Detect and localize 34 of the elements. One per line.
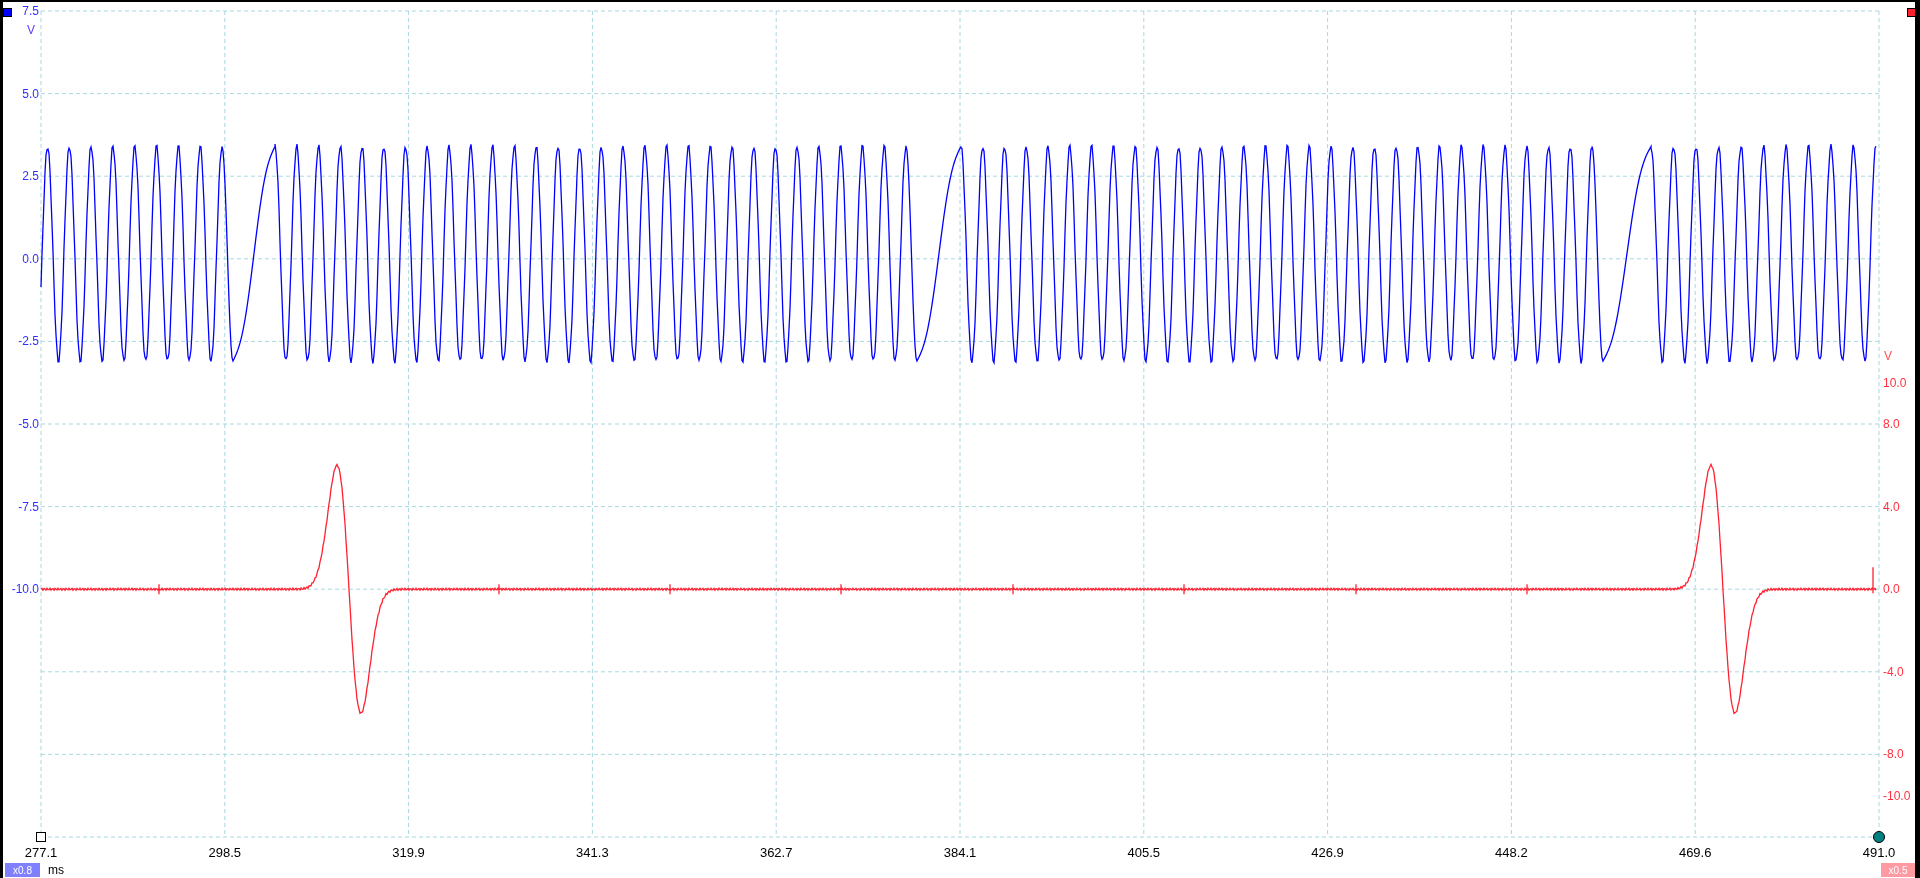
axis-tick-label: 5.0 [22, 86, 39, 101]
axis-tick-label: -5.0 [18, 417, 39, 431]
scale-badge[interactable]: x0.8 [5, 863, 40, 877]
axis-tick-label: -10.0 [1883, 788, 1911, 803]
axis-tick-label: 319.9 [392, 845, 425, 860]
axis-tick-label: -4.0 [1883, 664, 1904, 679]
axis-tick-label: 341.3 [576, 845, 609, 860]
axis-tick-label: 362.7 [759, 845, 793, 860]
axis-tick-label: -2.5 [18, 334, 39, 349]
axis-tick-label: 2.5 [22, 169, 39, 184]
axis-tick-label: 0.0 [22, 251, 39, 266]
axis-tick-label: 10.0 [1883, 375, 1907, 390]
axis-tick-label: 384.1 [943, 845, 977, 860]
axis-tick-label: -10.0 [11, 582, 39, 597]
axis-unit-label: ms [48, 863, 64, 877]
axis-tick-label: 405.5 [1127, 845, 1161, 860]
axis-tick-label: 491.0 [1862, 845, 1896, 860]
axis-tick-label: 298.5 [208, 845, 242, 860]
axis-tick-label: 448.2 [1495, 845, 1528, 860]
axis-unit-label: V [27, 23, 35, 37]
axis-unit-label: V [1884, 349, 1892, 363]
axis-tick-label: -8.0 [1883, 747, 1904, 762]
ruler-handle-square[interactable] [36, 832, 46, 842]
axis-tick-label: 0.0 [1883, 582, 1900, 597]
axis-tick-label: 426.9 [1311, 845, 1344, 860]
axis-tick-label: -7.5 [18, 499, 39, 514]
axis-tick-label: 4.0 [1883, 499, 1900, 514]
scale-badge[interactable]: x0.5 [1881, 863, 1915, 877]
channel-color-marker[interactable] [3, 8, 12, 17]
axis-tick-label: 7.5 [22, 4, 39, 18]
axis-tick-label: 469.6 [1678, 845, 1712, 860]
axis-tick-label: 277.1 [24, 845, 58, 860]
channel-color-marker[interactable] [1907, 8, 1915, 17]
axis-tick-label: 8.0 [1883, 417, 1900, 431]
